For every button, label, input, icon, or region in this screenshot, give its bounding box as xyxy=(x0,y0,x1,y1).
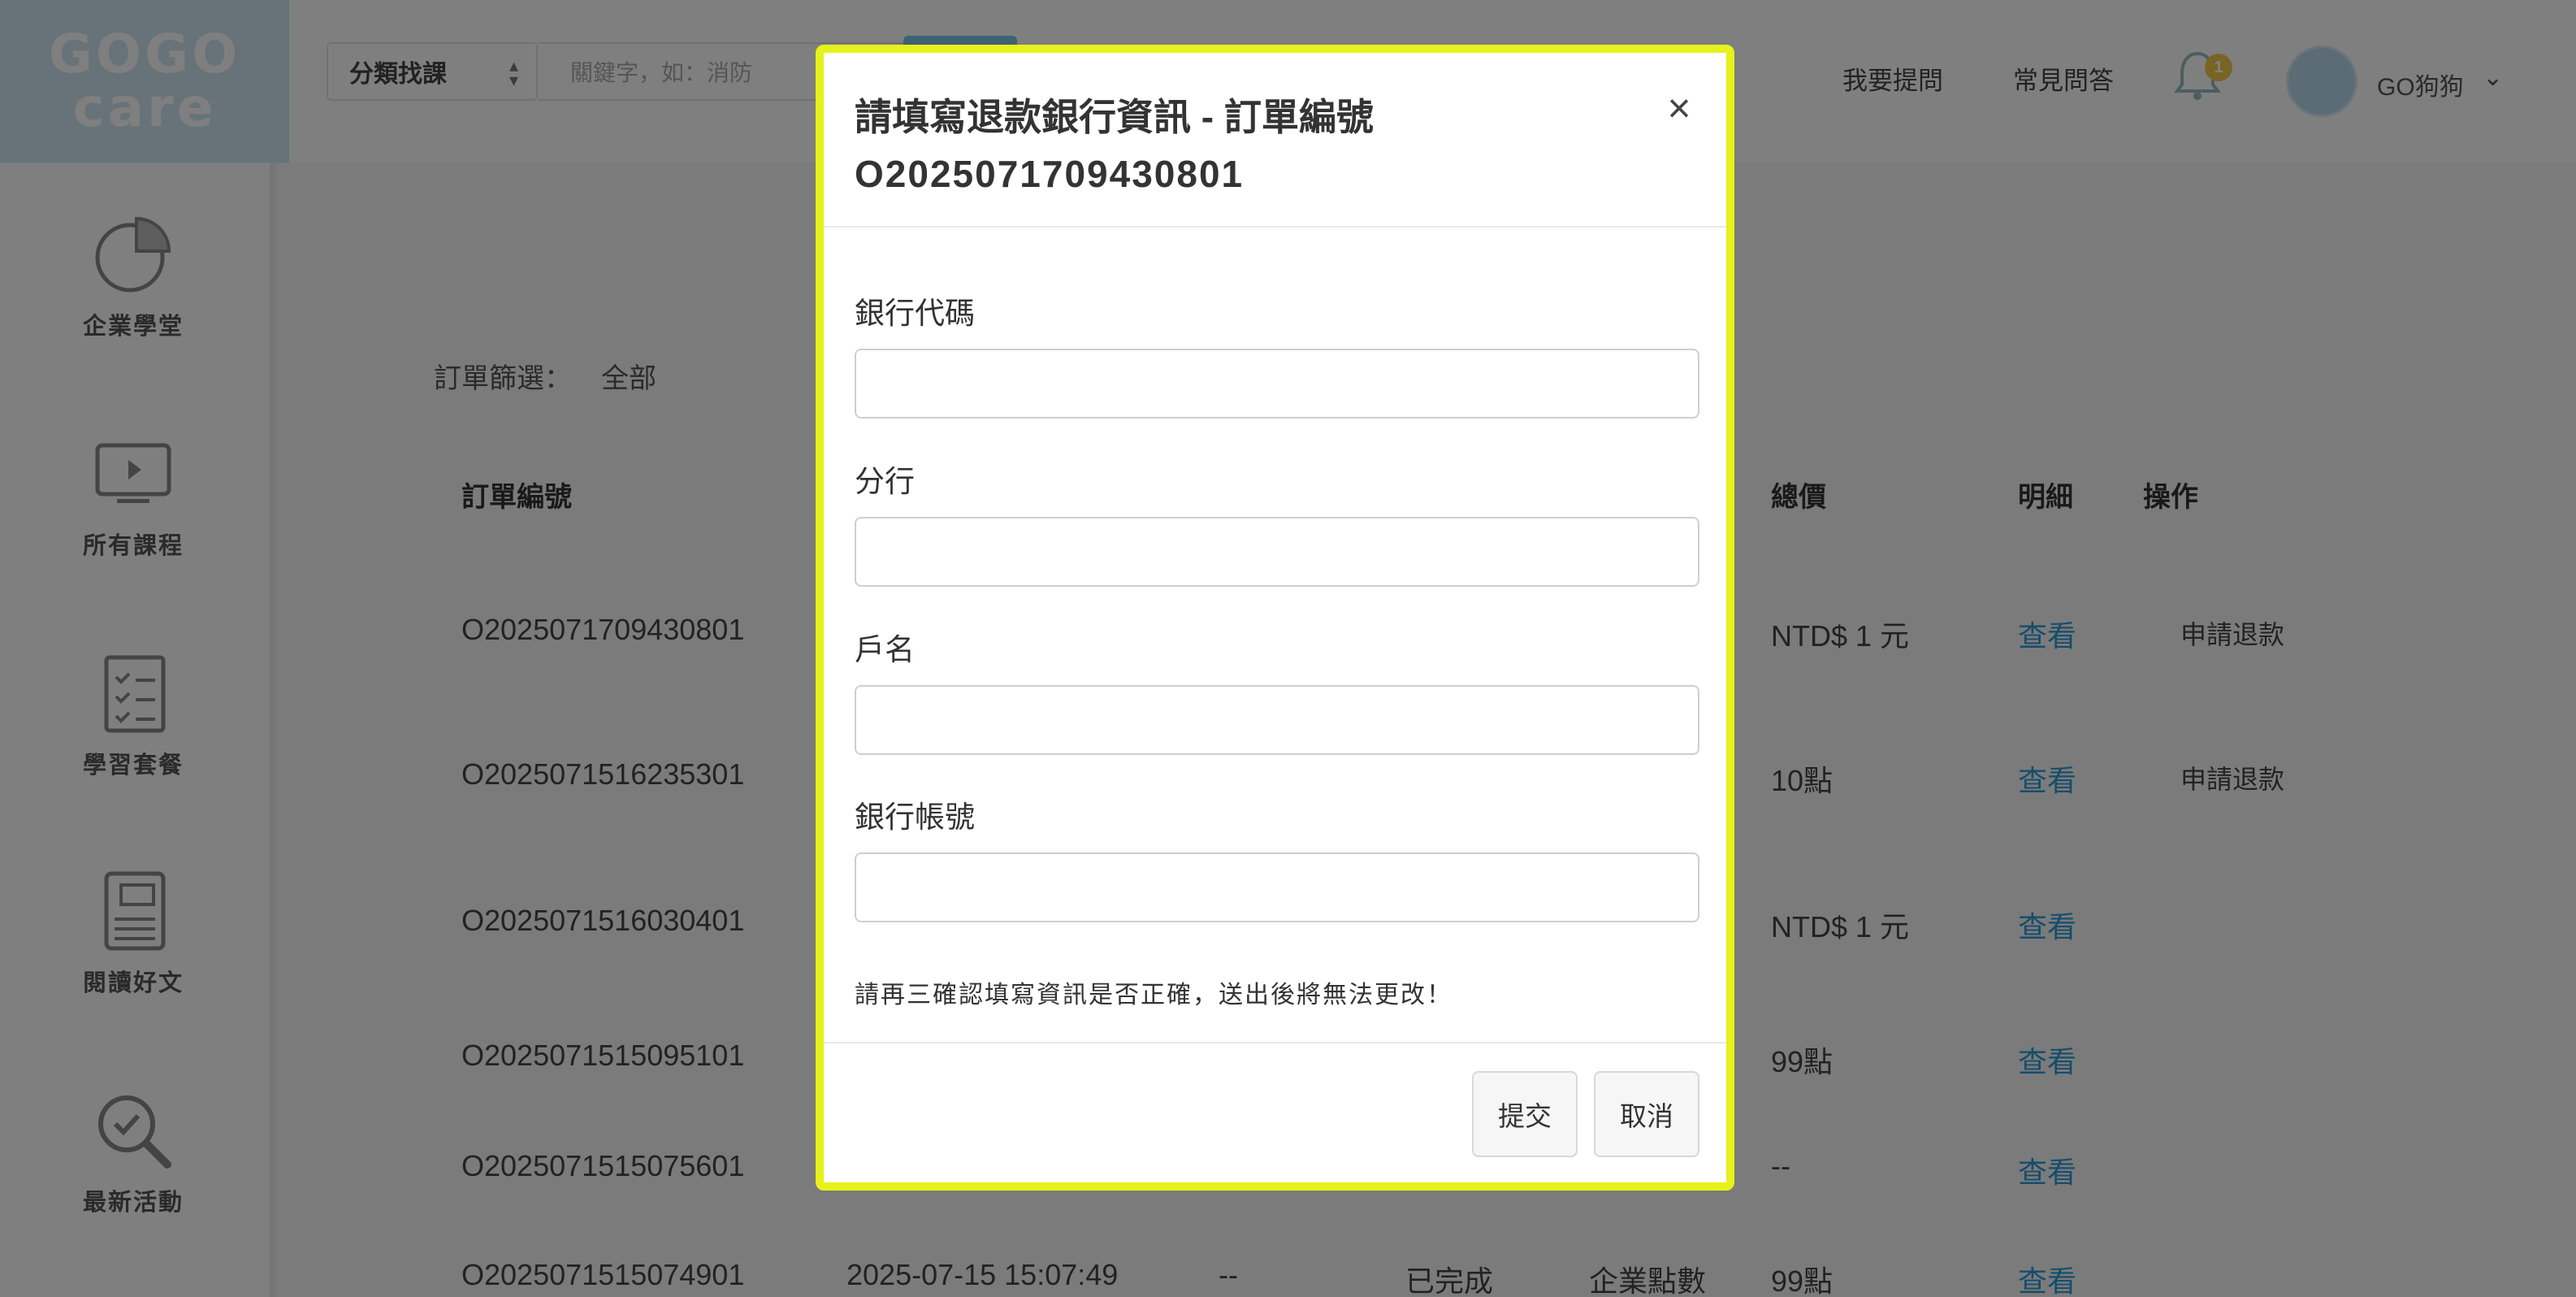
refund-bank-info-modal: 請填寫退款銀行資訊 - 訂單編號 O2025071709430801 × 銀行代… xyxy=(816,45,1734,1191)
submit-button[interactable]: 提交 xyxy=(1472,1071,1578,1157)
bank-code-label: 銀行代碼 xyxy=(855,297,975,330)
modal-title: 請填寫退款銀行資訊 - 訂單編號 O2025071709430801 xyxy=(855,89,1586,202)
modal-title-text: 請填寫退款銀行資訊 - 訂單編號 xyxy=(855,96,1374,138)
branch-label: 分行 xyxy=(855,465,915,498)
modal-footer xyxy=(824,1042,1726,1182)
modal-header: 請填寫退款銀行資訊 - 訂單編號 O2025071709430801 × xyxy=(824,53,1726,228)
account-name-input[interactable] xyxy=(855,685,1699,755)
close-icon[interactable]: × xyxy=(1655,84,1704,132)
bank-code-input[interactable] xyxy=(855,349,1699,419)
confirm-warning-text: 請再三確認填寫資訊是否正確，送出後將無法更改！ xyxy=(855,982,1453,1009)
account-name-label: 戶名 xyxy=(855,633,915,666)
branch-input[interactable] xyxy=(855,517,1699,587)
account-number-input[interactable] xyxy=(855,852,1699,922)
account-number-label: 銀行帳號 xyxy=(855,800,975,834)
modal-order-number: O2025071709430801 xyxy=(855,153,1245,195)
cancel-button[interactable]: 取消 xyxy=(1594,1071,1699,1157)
